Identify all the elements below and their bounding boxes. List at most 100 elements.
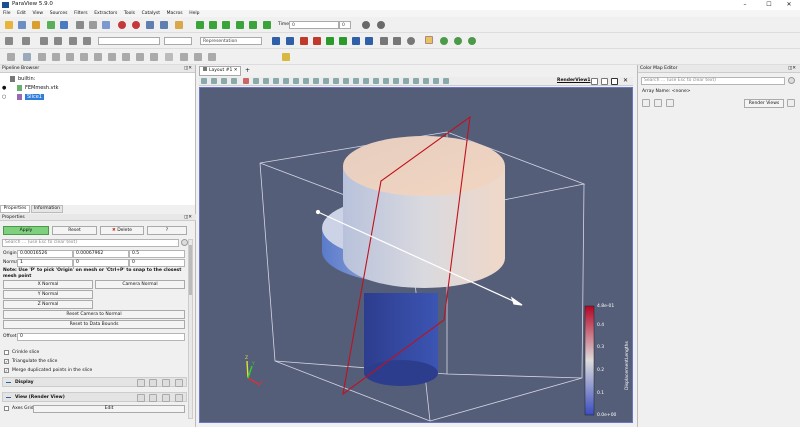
close-icon[interactable]: ✕: [778, 0, 800, 10]
delete-button[interactable]: ✖ Delete: [100, 226, 144, 235]
triangulate-checkbox[interactable]: ✓: [4, 359, 9, 364]
apply-button[interactable]: Apply: [3, 226, 49, 235]
split-vertical-icon[interactable]: [601, 78, 608, 85]
view-tool-12-icon[interactable]: [313, 78, 319, 84]
time-index-spinbox[interactable]: 0: [339, 21, 351, 29]
view-tool-2-icon[interactable]: [211, 78, 217, 84]
zoom-to-data-icon[interactable]: [286, 37, 294, 45]
loop-icon[interactable]: [263, 21, 271, 29]
merge-checkbox[interactable]: ✓: [4, 368, 9, 373]
orientation-axes-icon[interactable]: [468, 37, 476, 45]
extract-subset-icon[interactable]: [80, 53, 88, 61]
menu-filters[interactable]: Filters: [74, 11, 88, 16]
contour-filter-icon[interactable]: [23, 53, 31, 61]
extract-level-icon[interactable]: [150, 53, 158, 61]
previous-frame-icon[interactable]: [209, 21, 217, 29]
representation-selector[interactable]: Representation: [200, 37, 262, 45]
menu-file[interactable]: File: [3, 11, 11, 16]
view-y-icon[interactable]: [326, 37, 334, 45]
view-tool-19-icon[interactable]: [383, 78, 389, 84]
eye-icon[interactable]: ●: [2, 85, 7, 91]
menu-extractors[interactable]: Extractors: [94, 11, 117, 16]
view-tool-21-icon[interactable]: [403, 78, 409, 84]
save-icon[interactable]: [175, 394, 183, 402]
tab-information[interactable]: Information: [31, 205, 63, 213]
eye-closed-icon[interactable]: ○: [2, 94, 7, 100]
contour-icon[interactable]: [22, 37, 30, 45]
properties-search-input[interactable]: Search ... (use Esc to clear text): [2, 239, 179, 247]
view-tool-10-icon[interactable]: [293, 78, 299, 84]
camera-redo-icon[interactable]: [160, 21, 168, 29]
view-tool-3-icon[interactable]: [221, 78, 227, 84]
maximize-view-icon[interactable]: [611, 78, 618, 85]
probe-icon[interactable]: [180, 53, 188, 61]
help-button[interactable]: ?: [147, 226, 187, 235]
rescale-visible-icon[interactable]: [666, 99, 674, 107]
center-axes-icon[interactable]: [440, 37, 448, 45]
z-normal-button[interactable]: Z Normal: [3, 300, 93, 309]
save-icon[interactable]: [175, 379, 183, 387]
colormap-search-input[interactable]: Search ... (use Esc to clear text): [641, 77, 785, 85]
reset-camera-normal-button[interactable]: Reset Camera to Normal: [3, 310, 185, 319]
view-tool-17-icon[interactable]: [363, 78, 369, 84]
paste-icon[interactable]: [149, 379, 157, 387]
origin-y-field[interactable]: 0.00067962: [73, 250, 129, 258]
close-view-icon[interactable]: ✕: [622, 78, 629, 85]
menu-catalyst[interactable]: Catalyst: [142, 11, 160, 16]
offset-field[interactable]: 0: [17, 333, 185, 341]
view-tool-25-icon[interactable]: [443, 78, 449, 84]
view-x-icon[interactable]: [300, 37, 308, 45]
play-icon[interactable]: [222, 21, 230, 29]
menu-macros[interactable]: Macros: [167, 11, 183, 16]
panel-close-icon[interactable]: ◫✕: [184, 66, 192, 71]
interaction-mode-icon[interactable]: [425, 36, 433, 44]
add-tab-icon[interactable]: +: [245, 67, 250, 74]
calculator-icon[interactable]: [5, 37, 13, 45]
restore-icon[interactable]: [162, 379, 170, 387]
view-tool-14-icon[interactable]: [333, 78, 339, 84]
camera-normal-button[interactable]: Camera Normal: [95, 280, 185, 289]
view-tool-8-icon[interactable]: [273, 78, 279, 84]
origin-z-field[interactable]: 0.5: [129, 250, 185, 258]
reset-camera-icon[interactable]: [272, 37, 280, 45]
save-data-icon[interactable]: [18, 21, 26, 29]
refresh-icon[interactable]: [407, 37, 415, 45]
zoom-icon[interactable]: [362, 21, 370, 29]
view-tool-16-icon[interactable]: [353, 78, 359, 84]
view-tool-1-icon[interactable]: [201, 78, 207, 84]
threshold-filter-icon[interactable]: [66, 53, 74, 61]
view-tool-4-icon[interactable]: [231, 78, 237, 84]
y-normal-button[interactable]: Y Normal: [3, 290, 93, 299]
view-tool-9-icon[interactable]: [283, 78, 289, 84]
copy-icon[interactable]: [137, 379, 145, 387]
load-state-icon[interactable]: [32, 21, 40, 29]
menu-view[interactable]: View: [32, 11, 43, 16]
rescale-custom-icon[interactable]: [654, 99, 662, 107]
view-neg-x-icon[interactable]: [313, 37, 321, 45]
pipeline-item-slice[interactable]: ○ Slice1: [2, 93, 44, 101]
histogram-icon[interactable]: [208, 53, 216, 61]
glyph-filter-icon[interactable]: [94, 53, 102, 61]
advanced-gear-icon[interactable]: [788, 77, 795, 84]
first-frame-icon[interactable]: [196, 21, 204, 29]
warp-vector-icon[interactable]: [122, 53, 130, 61]
open-file-icon[interactable]: [5, 21, 13, 29]
calc-filter-icon[interactable]: [7, 53, 15, 61]
component-selector[interactable]: [164, 37, 192, 45]
group-datasets-icon[interactable]: [136, 53, 144, 61]
reset-bounds-button[interactable]: Reset to Data Bounds: [3, 320, 185, 329]
origin-x-field[interactable]: 0.00016526: [17, 250, 73, 258]
view-tool-23-icon[interactable]: [423, 78, 429, 84]
advanced-gear-icon[interactable]: [181, 239, 188, 246]
clip-icon[interactable]: [40, 37, 48, 45]
split-horizontal-icon[interactable]: [591, 78, 598, 85]
view-tool-15-icon[interactable]: [343, 78, 349, 84]
render-scene[interactable]: [200, 88, 632, 422]
view-tool-6-icon[interactable]: [253, 78, 259, 84]
time-input[interactable]: 0: [289, 21, 339, 29]
variable-selector[interactable]: [98, 37, 160, 45]
last-frame-icon[interactable]: [249, 21, 257, 29]
normal-x-field[interactable]: 1: [17, 259, 73, 267]
panel-close-icon[interactable]: ◫✕: [788, 66, 796, 71]
connect-icon[interactable]: [47, 21, 55, 29]
